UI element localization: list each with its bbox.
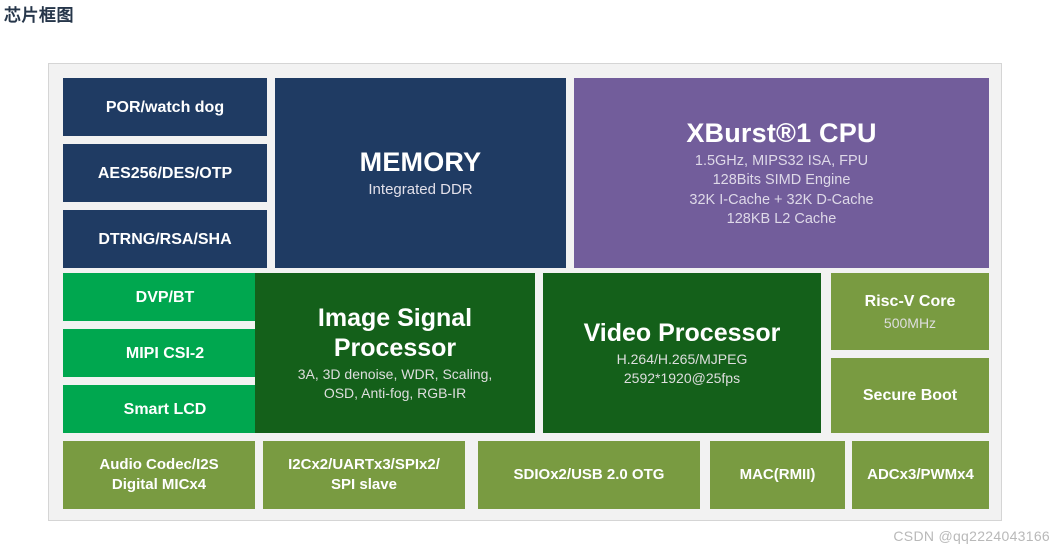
chip-block-diagram-page: 芯片框图 POR/watch dog AES256/DES/OTP DTRNG/… (0, 0, 1056, 555)
block-video-processor: Video Processor H.264/H.265/MJPEG 2592*1… (543, 273, 821, 433)
cpu-spec-simd: 128Bits SIMD Engine (712, 172, 851, 188)
block-label-line1: SDIOx2/USB 2.0 OTG (513, 466, 665, 483)
block-dvp-bt: DVP/BT (63, 273, 267, 321)
block-label-line2: Digital MICx4 (111, 476, 207, 493)
memory-subtitle: Integrated DDR (368, 181, 473, 198)
block-xburst-cpu: XBurst®1 CPU 1.5GHz, MIPS32 ISA, FPU 128… (574, 78, 989, 268)
block-label: POR/watch dog (105, 98, 225, 116)
block-label-line2: SPI slave (331, 476, 397, 493)
block-image-signal-processor: Image Signal Processor 3A, 3D denoise, W… (255, 273, 535, 433)
block-adc-pwm: ADCx3/PWMx4 (852, 441, 989, 509)
secure-boot-title: Secure Boot (862, 387, 958, 404)
isp-spec-line2: OSD, Anti-fog, RGB-IR (323, 385, 467, 401)
block-smart-lcd: Smart LCD (63, 385, 267, 433)
block-label-line1: Audio Codec/I2S (99, 456, 219, 473)
cpu-title: XBurst®1 CPU (686, 117, 877, 148)
riscv-title: Risc-V Core (864, 292, 956, 310)
block-i2c-uart-spi: I2Cx2/UARTx3/SPIx2/ SPI slave (263, 441, 465, 509)
block-mipi-csi2: MIPI CSI-2 (63, 329, 267, 377)
video-title: Video Processor (583, 319, 781, 347)
block-label: AES256/DES/OTP (97, 164, 233, 182)
video-spec-resolution: 2592*1920@25fps (623, 370, 741, 386)
isp-title-line2: Processor (333, 334, 457, 362)
block-sdio-usb-otg: SDIOx2/USB 2.0 OTG (478, 441, 700, 509)
isp-spec-line1: 3A, 3D denoise, WDR, Scaling, (297, 366, 493, 382)
block-por-watch-dog: POR/watch dog (63, 78, 267, 136)
block-label-line1: ADCx3/PWMx4 (867, 466, 974, 483)
isp-title-line1: Image Signal (317, 304, 473, 332)
diagram-canvas: POR/watch dog AES256/DES/OTP DTRNG/RSA/S… (48, 63, 1002, 521)
watermark: CSDN @qq2224043166 (893, 528, 1050, 544)
page-title: 芯片框图 (4, 6, 74, 25)
video-spec-codec: H.264/H.265/MJPEG (616, 351, 748, 367)
block-label-line1: MAC(RMII) (739, 466, 816, 483)
block-label: Smart LCD (123, 400, 207, 418)
block-mac-rmii: MAC(RMII) (710, 441, 845, 509)
block-dtrng-rsa-sha: DTRNG/RSA/SHA (63, 210, 267, 268)
block-label: MIPI CSI-2 (125, 344, 205, 362)
cpu-spec-clock: 1.5GHz, MIPS32 ISA, FPU (694, 152, 869, 169)
block-aes256-des-otp: AES256/DES/OTP (63, 144, 267, 202)
memory-title: MEMORY (359, 147, 482, 177)
block-audio-codec: Audio Codec/I2S Digital MICx4 (63, 441, 255, 509)
block-secure-boot: Secure Boot (831, 358, 989, 433)
block-riscv-core: Risc-V Core 500MHz (831, 273, 989, 350)
block-label: DTRNG/RSA/SHA (98, 230, 232, 248)
cpu-spec-l1cache: 32K I-Cache + 32K D-Cache (689, 191, 874, 208)
block-label-line1: I2Cx2/UARTx3/SPIx2/ (288, 456, 440, 473)
block-label: DVP/BT (135, 288, 195, 306)
riscv-subtitle: 500MHz (883, 314, 937, 331)
block-memory: MEMORY Integrated DDR (275, 78, 566, 268)
cpu-spec-l2cache: 128KB L2 Cache (726, 211, 837, 227)
